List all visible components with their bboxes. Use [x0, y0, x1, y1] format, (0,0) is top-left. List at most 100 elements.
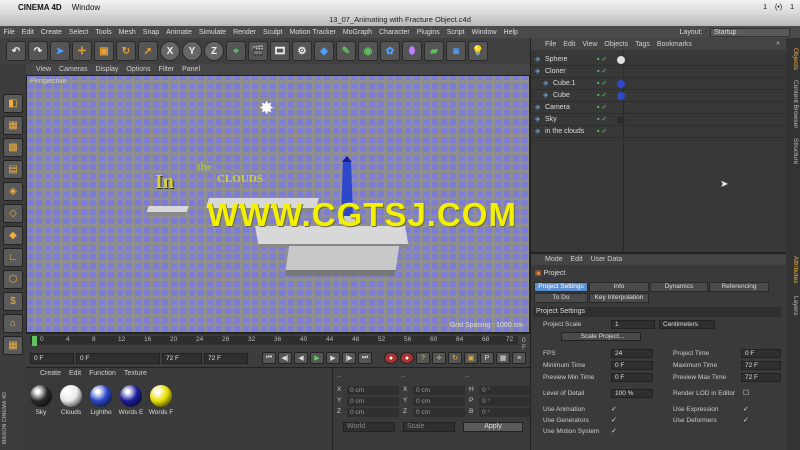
attr-value-field[interactable]: 0 F [611, 373, 653, 382]
end-frame-field[interactable]: 72 F [162, 352, 202, 364]
check-mark-icon[interactable]: ✓ [611, 405, 617, 413]
layout-dropdown[interactable]: Startup [710, 27, 790, 37]
object-row[interactable]: ◈ Cube ▪ ✓ [531, 90, 787, 102]
timeline-ruler[interactable]: 0 4 8 12 16 20 24 28 32 36 40 44 48 52 5… [30, 336, 518, 346]
edges-mode-icon[interactable]: ◇ [3, 204, 23, 223]
next-key-icon[interactable]: |▶ [342, 352, 356, 364]
cube-icon[interactable]: ◆ [314, 41, 334, 61]
obj-menu-tags[interactable]: Tags [635, 41, 650, 48]
menu-edit[interactable]: Edit [18, 29, 37, 36]
coord-mode-dropdown[interactable]: Scale [403, 422, 455, 432]
visibility-check-icon[interactable]: ▪ ✓ [597, 54, 607, 66]
menu-help[interactable]: Help [500, 29, 521, 36]
object-name[interactable]: Sphere [545, 54, 568, 66]
menu-plugins[interactable]: Plugins [413, 29, 443, 36]
attr-menu-userdata[interactable]: User Data [591, 256, 623, 263]
attr-value-field[interactable]: 24 [611, 349, 653, 358]
snap-icon[interactable]: $ [3, 292, 23, 311]
menu-select[interactable]: Select [65, 29, 91, 36]
material-preview[interactable] [30, 385, 52, 407]
scale-project-button[interactable]: Scale Project... [561, 332, 641, 341]
texture-mode-icon[interactable]: ▩ [3, 138, 23, 157]
material-preview[interactable] [150, 385, 172, 407]
tab-to-do[interactable]: To Do [534, 293, 588, 303]
record-keys-icon[interactable]: ● [384, 352, 398, 364]
menu-mograph[interactable]: MoGraph [339, 29, 375, 36]
material-item[interactable]: Clouds [58, 385, 84, 416]
material-tag-icon[interactable] [617, 56, 625, 64]
deformer-icon[interactable]: ⬮ [402, 41, 422, 61]
light-icon[interactable]: 💡 [468, 41, 488, 61]
coord-field[interactable]: 0 ° [479, 386, 531, 395]
side-tab-attributes[interactable]: Attributes [787, 256, 799, 283]
material-item[interactable]: Words F [148, 385, 174, 416]
visibility-check-icon[interactable]: ▪ ✓ [597, 78, 607, 90]
object-name[interactable]: in the clouds [545, 126, 584, 138]
object-row[interactable]: ◈ in the clouds ▪ ✓ [531, 126, 787, 138]
cloner-icon[interactable]: ✿ [380, 41, 400, 61]
object-row[interactable]: ◈ Sky ▪ ✓ [531, 114, 787, 126]
menu-sculpt[interactable]: Sculpt [260, 29, 286, 36]
y-axis-icon[interactable]: Y [182, 41, 202, 61]
vp-menu-cameras[interactable]: Cameras [59, 66, 87, 73]
menu-tools[interactable]: Tools [92, 29, 115, 36]
check-mark-icon[interactable]: ✓ [611, 416, 617, 424]
subdivision-icon[interactable]: ◉ [358, 41, 378, 61]
tab-referencing[interactable]: Referencing [709, 282, 769, 292]
attr-menu-edit[interactable]: Edit [571, 256, 583, 263]
object-name[interactable]: Camera [545, 102, 570, 114]
search-icon[interactable]: ⌕ [776, 40, 786, 48]
z-axis-icon[interactable]: Z [204, 41, 224, 61]
material-preview[interactable] [120, 385, 142, 407]
record-position-icon[interactable]: ✛ [432, 352, 446, 364]
coord-field[interactable]: 0 ° [479, 397, 531, 406]
attr-value-field[interactable]: 100 % [611, 389, 653, 398]
obj-menu-file[interactable]: File [545, 41, 556, 48]
material-item[interactable]: Words E [118, 385, 144, 416]
render-picture-viewer-icon[interactable]: 🎞 [270, 41, 290, 61]
attr-value-field[interactable]: 72 F [741, 373, 781, 382]
menu-snap[interactable]: Snap [139, 29, 162, 36]
check-mark-icon[interactable]: ✓ [743, 405, 749, 413]
object-row[interactable]: ◈ Cloner ▪ ✓ [531, 66, 787, 78]
play-icon[interactable]: ▶ [310, 352, 324, 364]
visibility-check-icon[interactable]: ▪ ✓ [597, 66, 607, 78]
mat-menu-edit[interactable]: Edit [69, 370, 81, 377]
vp-menu-panel[interactable]: Panel [182, 66, 200, 73]
workplane-icon[interactable]: ▤ [3, 160, 23, 179]
playhead[interactable] [32, 336, 37, 346]
side-tab-layers[interactable]: Layers [787, 296, 799, 316]
select-cursor-icon[interactable]: ➤ [50, 41, 70, 61]
record-param-icon[interactable]: P [480, 352, 494, 364]
material-item[interactable]: Lightho [88, 385, 114, 416]
tab-project-settings[interactable]: Project Settings [534, 282, 588, 292]
menu-create[interactable]: Create [37, 29, 65, 36]
record-scale-icon[interactable]: ▣ [464, 352, 478, 364]
obj-menu-objects[interactable]: Objects [604, 41, 628, 48]
planar-workplane-icon[interactable]: ▦ [3, 336, 23, 355]
model-mode-icon[interactable]: ▦ [3, 116, 23, 135]
max-frame-field[interactable]: 72 F [204, 352, 248, 364]
status-3[interactable]: 1 [790, 4, 794, 11]
attr-value-field[interactable]: 72 F [741, 361, 781, 370]
render-view-icon[interactable]: 🎬 [248, 41, 268, 61]
material-tag-icon[interactable] [617, 80, 625, 88]
menu-render[interactable]: Render [230, 29, 260, 36]
record-rotation-icon[interactable]: ↻ [448, 352, 462, 364]
tab-info[interactable]: Info [589, 282, 649, 292]
side-tab-content-browser[interactable]: Content Browser [787, 80, 799, 128]
menu-mesh[interactable]: Mesh [115, 29, 139, 36]
undo-icon[interactable]: ↶ [6, 41, 26, 61]
obj-menu-edit[interactable]: Edit [563, 41, 575, 48]
coord-field[interactable]: 0 cm [413, 397, 465, 406]
material-tag-icon[interactable] [617, 92, 625, 100]
project-scale-field[interactable]: 1 [611, 320, 655, 329]
check-mark-icon[interactable]: ✓ [611, 427, 617, 435]
camera-icon[interactable]: ◙ [446, 41, 466, 61]
apply-button[interactable]: Apply [463, 422, 523, 432]
points-mode-icon[interactable]: ◈ [3, 182, 23, 201]
object-row[interactable]: ◈ Camera ▪ ✓ [531, 102, 787, 114]
rotate-icon[interactable]: ↻ [116, 41, 136, 61]
attr-value-field[interactable]: 0 F [741, 349, 781, 358]
mat-menu-function[interactable]: Function [89, 370, 116, 377]
